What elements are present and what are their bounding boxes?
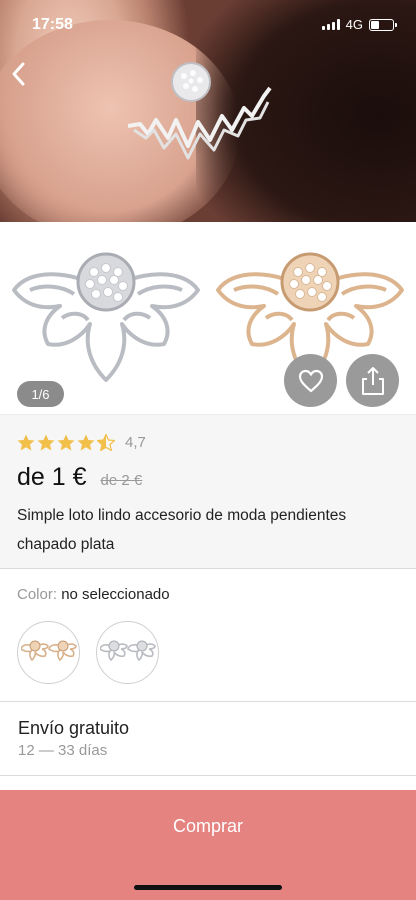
old-price: de 2 € [100,472,143,489]
color-option-silver[interactable] [96,621,159,684]
network-label: 4G [345,17,363,32]
color-key: Color: [17,586,58,603]
color-value: no seleccionado [61,586,170,603]
price-row: de 1 € de 2 € [17,463,142,492]
divider [0,701,416,702]
silver-earring-thumbnail [99,640,156,661]
heart-icon [298,369,323,392]
home-indicator [134,885,282,890]
gold-earring-thumbnail [20,640,77,661]
share-button[interactable] [346,354,399,407]
shipping-days: 12 — 33 días [18,742,108,759]
shipping-title: Envío gratuito [18,718,130,738]
product-title: Simple loto lindo accesorio de moda pend… [17,507,347,553]
half-star-icon [97,434,115,451]
rating: 4,7 [17,434,146,451]
share-icon [361,366,384,395]
battery-icon [369,18,397,31]
buy-button[interactable]: Comprar [0,790,416,862]
status-time: 17:58 [32,16,73,33]
star-icon [17,434,35,451]
divider [0,568,416,569]
color-selector-label: Color: no seleccionado [17,586,170,603]
status-indicators: 4G [321,17,397,32]
current-price: de 1 € [17,463,87,491]
rating-value: 4,7 [125,434,146,451]
hero-earring-image [127,62,272,160]
back-button[interactable] [6,58,34,90]
status-bar: 17:58 4G [0,0,416,46]
star-icon [57,434,75,451]
page-indicator: 1/6 [17,381,64,407]
star-icon [37,434,55,451]
star-icon [77,434,95,451]
color-option-gold[interactable] [17,621,80,684]
product-info: 4,7 de 1 € de 2 € Simple loto lindo acce… [0,414,416,568]
buy-bar: Comprar [0,790,416,900]
signal-icon [321,19,340,30]
divider [0,775,416,776]
favorite-button[interactable] [284,354,337,407]
chevron-left-icon [12,62,25,86]
